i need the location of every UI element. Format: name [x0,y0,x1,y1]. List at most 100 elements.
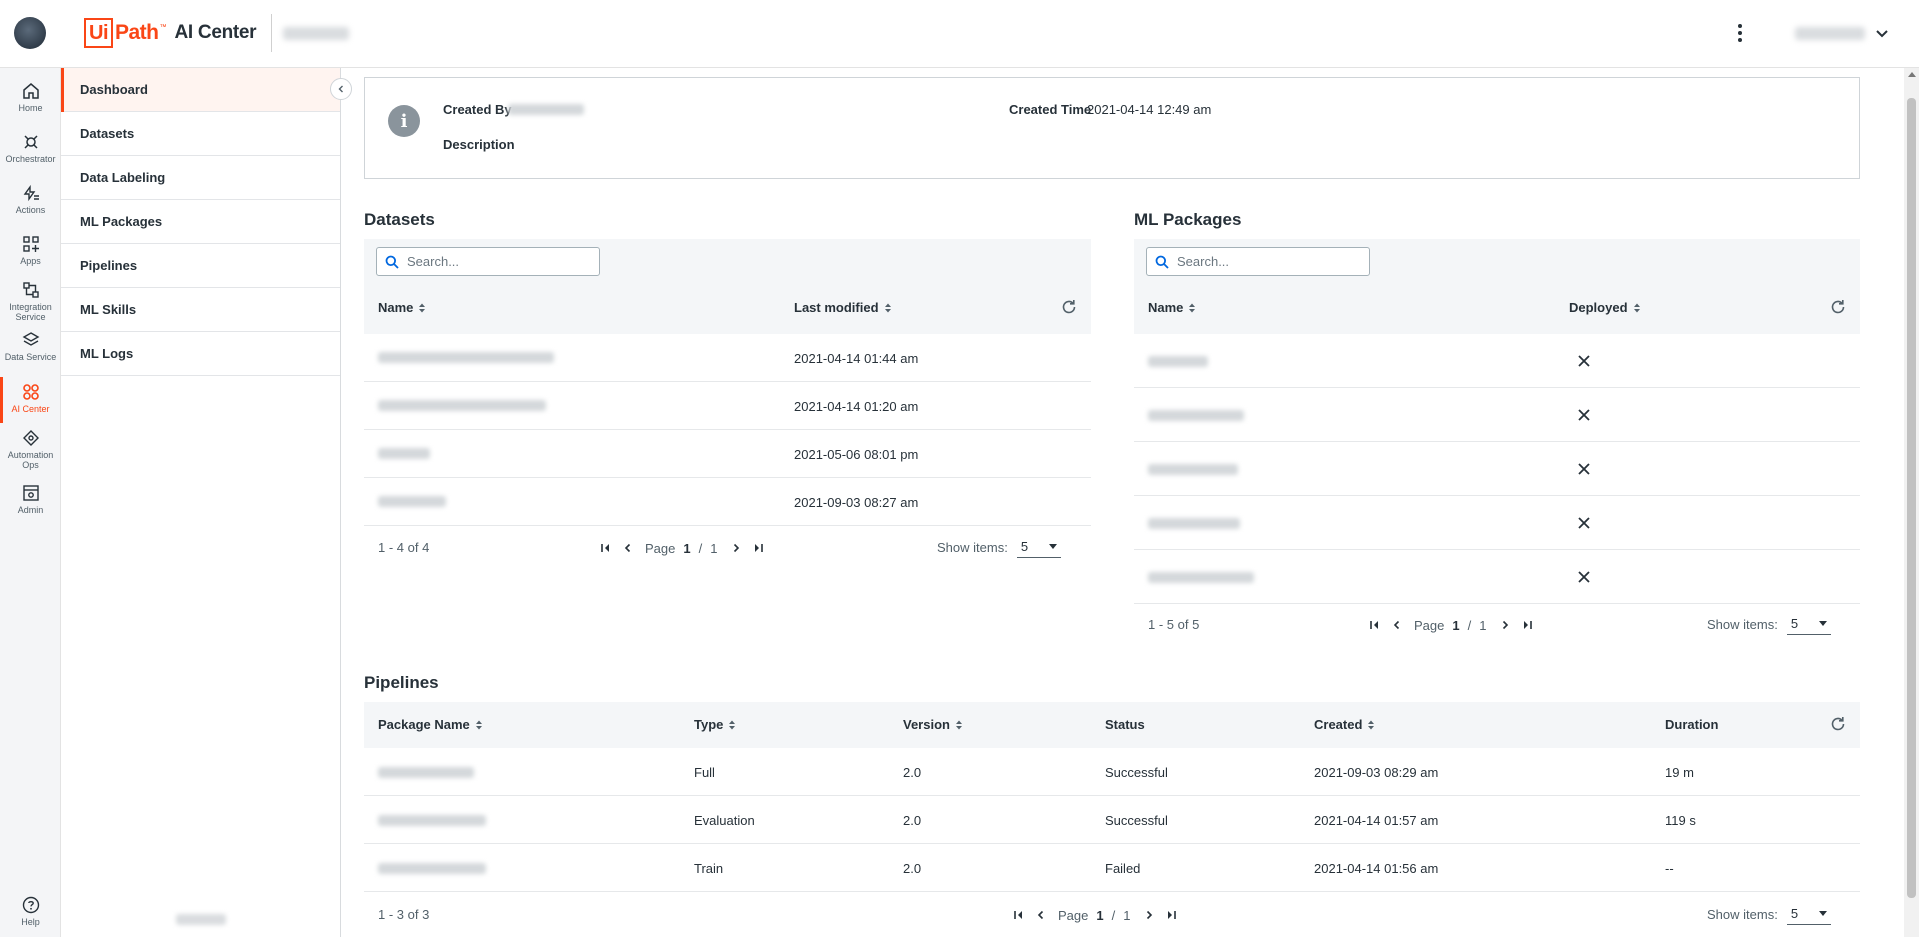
dataset-name-redacted[interactable] [378,496,446,507]
subnav-item-pipelines[interactable]: Pipelines [61,244,340,288]
more-options-icon[interactable] [1730,20,1750,46]
uipath-logo[interactable]: Ui Path ™ AI Center [84,17,257,49]
ml-packages-show-items: Show items: 5 [1707,613,1831,635]
page-scrollbar[interactable] [1904,68,1919,937]
table-row[interactable]: Train 2.0 Failed 2021-04-14 01:56 am -- [364,844,1860,892]
prev-page-button[interactable] [617,537,639,559]
ml-packages-search-input[interactable] [1177,254,1357,269]
prev-page-button[interactable] [1030,904,1052,926]
table-row[interactable]: 2021-05-06 08:01 pm [364,430,1091,478]
first-page-button[interactable] [1008,904,1030,926]
rail-label: AI Center [11,404,50,414]
refresh-icon[interactable] [1829,715,1847,733]
subnav-item-ml-packages[interactable]: ML Packages [61,200,340,244]
table-row[interactable]: Full 2.0 Successful 2021-09-03 08:29 am … [364,748,1860,796]
first-page-button[interactable] [595,537,617,559]
show-items-select[interactable]: 5 [1016,536,1061,558]
first-page-icon [1014,911,1022,919]
table-row[interactable]: Evaluation 2.0 Successful 2021-04-14 01:… [364,796,1860,844]
sort-icon [475,720,482,729]
table-row[interactable]: 2021-09-03 08:27 am [364,478,1091,526]
help-icon [22,896,39,914]
rail-item-help[interactable]: Help [0,894,61,937]
chevron-down-icon[interactable] [1872,24,1892,44]
table-row[interactable] [1134,550,1860,604]
datasets-search-input[interactable] [407,254,587,269]
close-icon [1578,517,1590,529]
sort-icon [1189,303,1196,312]
subnav-item-dashboard[interactable]: Dashboard [61,68,340,112]
tenant-name-redacted[interactable] [283,27,349,40]
next-page-button[interactable] [725,537,747,559]
datasets-col-last-modified[interactable]: Last modified [794,300,892,315]
rail-item-data-service[interactable]: Data Service [0,329,61,377]
last-page-icon [755,544,764,552]
apps-icon [22,236,39,252]
user-name-redacted[interactable] [1795,27,1865,40]
table-row[interactable] [1134,442,1860,496]
next-page-button[interactable] [1494,614,1516,636]
refresh-icon[interactable] [1829,298,1847,316]
subnav-item-datasets[interactable]: Datasets [61,112,340,156]
next-page-button[interactable] [1138,904,1160,926]
orchestrator-icon [23,135,38,149]
last-page-button[interactable] [747,537,769,559]
table-row[interactable] [1134,388,1860,442]
datasets-pagination: Page 1 / 1 [595,537,769,559]
rail-item-home[interactable]: Home [0,80,61,128]
datasets-col-name[interactable]: Name [378,300,426,315]
pipeline-duration: 119 s [1665,813,1696,828]
rail-label: Orchestrator [5,154,56,164]
subnav-item-ml-skills[interactable]: ML Skills [61,288,340,332]
pipeline-package-redacted[interactable] [378,863,486,874]
pipelines-col-package-name[interactable]: Package Name [378,717,483,732]
dataset-name-redacted[interactable] [378,448,430,459]
refresh-icon[interactable] [1060,298,1078,316]
ml-packages-search-box[interactable] [1146,247,1370,276]
pipelines-col-version[interactable]: Version [903,717,963,732]
rail-label: Help [21,917,40,927]
pipelines-show-items: Show items: 5 [1707,903,1831,925]
last-page-button[interactable] [1516,614,1538,636]
package-name-redacted[interactable] [1148,572,1254,583]
table-row[interactable] [1134,334,1860,388]
table-row[interactable]: 2021-04-14 01:20 am [364,382,1091,430]
created-time-label: Created Time [1009,102,1092,117]
ml-packages-col-deployed[interactable]: Deployed [1569,300,1641,315]
package-name-redacted[interactable] [1148,518,1240,529]
pipeline-package-redacted[interactable] [378,815,486,826]
page-total: 1 [710,540,718,556]
package-name-redacted[interactable] [1148,410,1244,421]
prev-page-button[interactable] [1386,614,1408,636]
pipeline-package-redacted[interactable] [378,767,474,778]
ml-packages-col-name[interactable]: Name [1148,300,1196,315]
show-items-select[interactable]: 5 [1786,613,1831,635]
rail-item-orchestrator[interactable]: Orchestrator [0,131,61,179]
last-page-button[interactable] [1160,904,1182,926]
rail-item-admin[interactable]: Admin [0,482,61,530]
pipeline-created: 2021-04-14 01:56 am [1314,861,1439,876]
table-row[interactable]: 2021-04-14 01:44 am [364,334,1091,382]
scroll-thumb[interactable] [1907,98,1916,898]
organization-avatar[interactable] [14,17,46,49]
package-name-redacted[interactable] [1148,356,1208,367]
rail-item-integration-service[interactable]: Integration Service [0,279,61,327]
package-name-redacted[interactable] [1148,464,1238,475]
subnav-item-ml-logs[interactable]: ML Logs [61,332,340,376]
automation-ops-icon [22,430,39,446]
rail-item-ai-center[interactable]: AI Center [0,377,61,429]
rail-item-automation-ops[interactable]: Automation Ops [0,427,61,475]
rail-item-actions[interactable]: Actions [0,182,61,230]
pipelines-col-type[interactable]: Type [694,717,736,732]
show-items-select[interactable]: 5 [1786,903,1831,925]
pipelines-col-created[interactable]: Created [1314,717,1375,732]
table-row[interactable] [1134,496,1860,550]
dataset-name-redacted[interactable] [378,400,546,411]
rail-item-apps[interactable]: Apps [0,233,61,281]
datasets-search-box[interactable] [376,247,600,276]
rail-label: Data Service [4,352,57,362]
subnav-item-data-labeling[interactable]: Data Labeling [61,156,340,200]
first-page-button[interactable] [1364,614,1386,636]
dataset-name-redacted[interactable] [378,352,554,363]
scroll-up-arrow-icon[interactable] [1908,72,1916,77]
